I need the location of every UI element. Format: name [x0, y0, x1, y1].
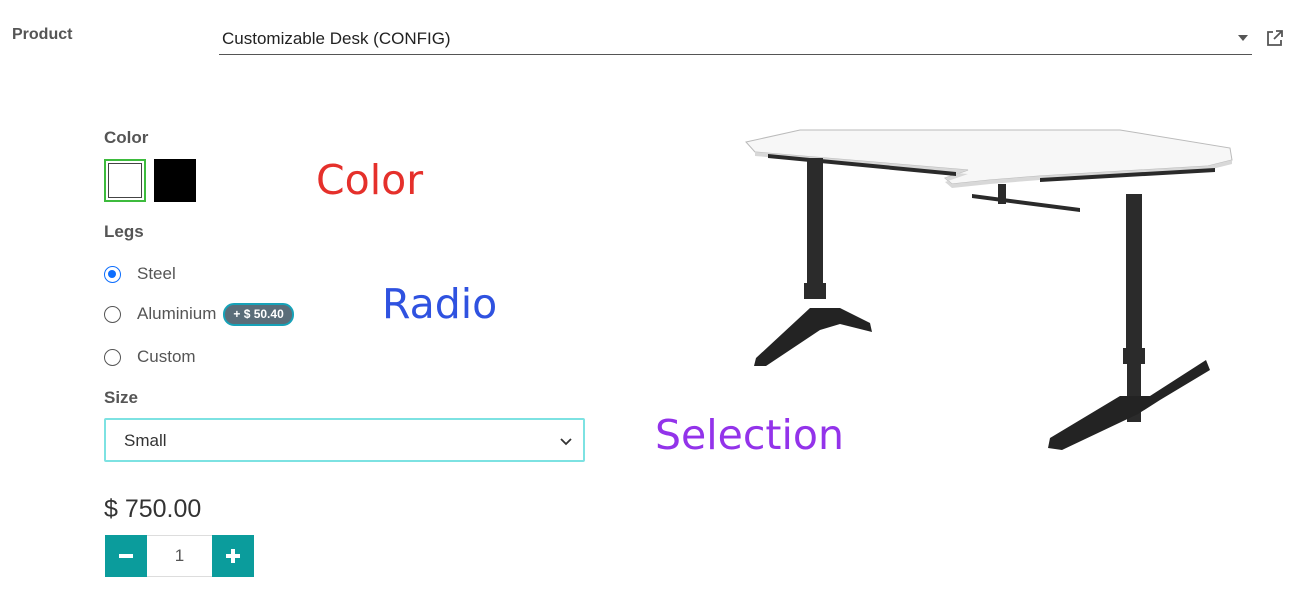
legs-option-label: Aluminium [137, 304, 217, 323]
caret-down-icon[interactable] [1238, 35, 1248, 41]
legs-option-label: Custom [137, 347, 196, 366]
quantity-decrease-button[interactable] [105, 535, 147, 577]
legs-option-custom[interactable]: Custom [104, 345, 196, 369]
color-title: Color [104, 128, 149, 147]
swatch-inner [108, 163, 142, 198]
color-swatch-black[interactable] [154, 159, 196, 202]
plus-icon [226, 549, 240, 563]
product-select[interactable]: Customizable Desk (CONFIG) [219, 24, 1252, 55]
radio-unchecked-icon[interactable] [104, 348, 121, 366]
price-extra-badge: + $ 50.40 [223, 302, 294, 326]
annotation-color: Color [316, 156, 424, 204]
legs-option-label: Steel [137, 264, 176, 283]
product-label: Product [12, 26, 73, 43]
radio-checked-icon[interactable] [104, 265, 121, 283]
quantity-increase-button[interactable] [212, 535, 254, 577]
quantity-input[interactable]: 1 [147, 535, 212, 577]
product-value: Customizable Desk (CONFIG) [222, 29, 451, 48]
legs-option-steel[interactable]: Steel [104, 262, 176, 286]
annotation-radio: Radio [382, 280, 498, 328]
size-select-value: Small [124, 431, 167, 450]
legs-title: Legs [104, 222, 144, 241]
legs-option-aluminium[interactable]: Aluminium + $ 50.40 [104, 302, 294, 326]
radio-unchecked-icon[interactable] [104, 305, 121, 323]
color-swatch-white[interactable] [104, 159, 146, 202]
chevron-down-icon [560, 438, 572, 446]
minus-icon [119, 554, 133, 558]
external-link-icon[interactable] [1265, 28, 1285, 48]
product-price: $ 750.00 [104, 495, 202, 523]
product-image-desk [745, 129, 1233, 450]
size-title: Size [104, 388, 139, 407]
size-select[interactable]: Small [104, 418, 585, 462]
